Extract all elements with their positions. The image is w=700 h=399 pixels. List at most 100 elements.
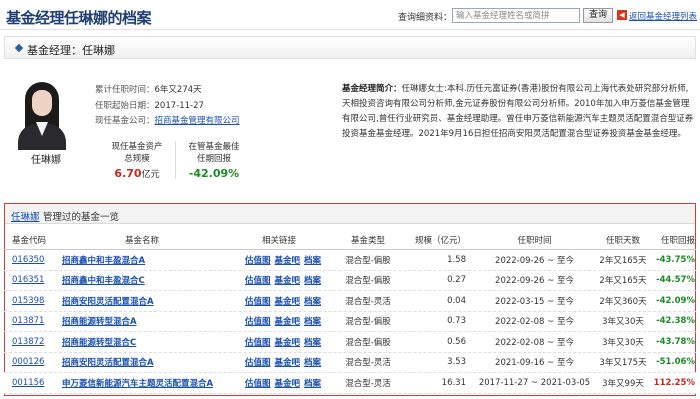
- company-row: 现任基金公司：招商基金管理有限公司: [95, 116, 240, 126]
- fund-forum-link[interactable]: 基金吧: [275, 295, 301, 307]
- fund-profile-link[interactable]: 档案: [304, 336, 321, 348]
- tenure-period: 2022-09-26 ~ 至今: [495, 276, 574, 287]
- valuation-chart-link[interactable]: 估值图: [245, 295, 271, 307]
- fund-profile-link[interactable]: 档案: [304, 315, 321, 327]
- section-title: 基金经理：任琳娜: [27, 44, 115, 57]
- fund-name-link[interactable]: 招商能源转型混合A: [62, 315, 137, 327]
- manager-name: 任琳娜: [31, 155, 61, 166]
- fund-forum-link[interactable]: 基金吧: [275, 315, 301, 327]
- tenure-return: 112.25%: [653, 377, 695, 388]
- fund-list-title: 管理过的基金一览: [43, 212, 120, 223]
- fund-type: 混合型-偏股: [345, 255, 391, 266]
- tenure-period: 2022-03-15 ~ 至今: [495, 296, 574, 307]
- fund-forum-link[interactable]: 基金吧: [275, 356, 301, 368]
- best-return-value: -42.09%: [188, 167, 240, 180]
- fund-profile-link[interactable]: 档案: [304, 377, 321, 389]
- fund-list-header: 任琳娜 管理过的基金一览: [5, 204, 695, 224]
- tenure-period: 2022-02-08 ~ 至今: [495, 337, 574, 348]
- col-header-type: 基金类型: [350, 235, 385, 246]
- fund-type: 混合型-灵活: [345, 358, 391, 369]
- fund-profile-link[interactable]: 档案: [304, 254, 321, 266]
- back-arrow-icon[interactable]: ◀: [617, 10, 627, 20]
- tenure-return: -42.09%: [656, 295, 695, 306]
- fund-name-link[interactable]: 申万菱信新能源汽车主题灵活配置混合A: [62, 377, 213, 389]
- best-return-stat: 在管基金最佳 任期回报 -42.09%: [181, 141, 247, 180]
- tenure-days: 3年又175天: [599, 358, 647, 369]
- tenure-period: 2022-09-26 ~ 至今: [495, 255, 574, 266]
- fund-table: 基金代码 基金名称 相关链接 基金类型 规模（亿元） 任职时间 任职天数 任职回…: [4, 230, 696, 394]
- tenure-days: 3年又30天: [602, 317, 644, 328]
- fund-profile-link[interactable]: 档案: [304, 295, 321, 307]
- search-button[interactable]: 查询: [583, 8, 613, 23]
- fund-name-link[interactable]: 招商安阳灵活配置混合A: [62, 295, 154, 307]
- valuation-chart-link[interactable]: 估值图: [245, 274, 271, 286]
- fund-forum-link[interactable]: 基金吧: [275, 274, 301, 286]
- col-header-links: 相关链接: [262, 235, 297, 246]
- col-header-period: 任职时间: [517, 235, 552, 246]
- manager-section-header: 基金经理：任琳娜: [4, 36, 696, 59]
- fund-scale: 0.73: [447, 316, 466, 327]
- fund-type: 混合型-偏股: [345, 317, 391, 328]
- fund-code-link[interactable]: 015398: [12, 296, 44, 306]
- fund-forum-link[interactable]: 基金吧: [275, 336, 301, 348]
- company-link[interactable]: 招商基金管理有限公司: [155, 116, 240, 126]
- fund-scale: 0.56: [447, 336, 466, 347]
- manager-name-link[interactable]: 任琳娜: [11, 209, 40, 223]
- fund-code-link[interactable]: 013871: [12, 316, 44, 326]
- fund-scale: 3.53: [447, 357, 466, 368]
- table-row: 015398 招商安阳灵活配置混合A 估值图 基金吧 档案 混合型-灵活 0.04 2022-…: [4, 291, 696, 312]
- valuation-chart-link[interactable]: 估值图: [245, 356, 271, 368]
- valuation-chart-link[interactable]: 估值图: [245, 377, 271, 389]
- table-row: 000126 招商安阳灵活配置混合A 估值图 基金吧 档案 混合型-灵活 3.53 2021-…: [4, 353, 696, 373]
- fund-profile-link[interactable]: 档案: [304, 356, 321, 368]
- fund-code-link[interactable]: 000126: [12, 357, 44, 367]
- tenure-period: 2022-02-08 ~ 至今: [495, 317, 574, 328]
- col-header-name: 基金名称: [124, 235, 159, 246]
- fund-code-link[interactable]: 016351: [12, 275, 44, 285]
- tenure-days: 2年又165天: [599, 255, 647, 266]
- fund-type: 混合型-偏股: [345, 337, 391, 348]
- manager-photo: [16, 82, 68, 150]
- fund-code-link[interactable]: 013872: [12, 337, 44, 347]
- fund-code-link[interactable]: 001156: [12, 378, 44, 388]
- search-input[interactable]: [452, 8, 580, 23]
- back-to-list-link[interactable]: 返回基金经理列表: [629, 10, 697, 22]
- fund-scale: 0.04: [447, 295, 466, 306]
- fund-code-link[interactable]: 016350: [12, 255, 44, 265]
- tenure-return: -51.06%: [656, 357, 695, 368]
- col-header-return: 任职回报: [660, 235, 695, 246]
- start-date-row: 任职起始日期：2017-11-27: [95, 101, 204, 111]
- tenure-days: 2年又165天: [599, 276, 647, 287]
- valuation-chart-link[interactable]: 估值图: [245, 315, 271, 327]
- fund-type: 混合型-灵活: [345, 296, 391, 307]
- tenure-period: 2017-11-27 ~ 2021-03-05: [478, 377, 591, 388]
- query-label: 查询细资料：: [398, 13, 453, 23]
- table-row: 013871 招商能源转型混合A 估值图 基金吧 档案 混合型-偏股 0.73 2022-02…: [4, 312, 696, 332]
- valuation-chart-link[interactable]: 估值图: [245, 336, 271, 348]
- tenure-period: 2021-09-16 ~ 至今: [495, 358, 574, 369]
- fund-scale: 1.58: [447, 254, 466, 265]
- valuation-chart-link[interactable]: 估值图: [245, 254, 271, 266]
- fund-profile-link[interactable]: 档案: [304, 274, 321, 286]
- fund-type: 混合型-偏股: [345, 276, 391, 287]
- tenure-days: 2年又360天: [599, 296, 647, 307]
- aum-stat: 现任基金资产 总规模 6.70亿元: [111, 142, 163, 180]
- fund-forum-link[interactable]: 基金吧: [275, 254, 301, 266]
- tenure-days: 3年又30天: [602, 337, 644, 348]
- top-bar: 基金经理任琳娜的档案 查询细资料： 查询 ◀ 返回基金经理列表: [0, 0, 700, 30]
- diamond-icon: [14, 43, 24, 53]
- manager-bio: 基金经理简介：任琳娜女士:本科.历任元富证券(香港)股份有限公司上海代表处研究部…: [342, 84, 694, 139]
- col-header-scale: 规模（亿元）: [414, 235, 466, 246]
- fund-scale: 0.27: [447, 275, 466, 286]
- table-row: 001156 申万菱信新能源汽车主题灵活配置混合A 估值图 基金吧 档案 混合型-灵活 16…: [4, 373, 696, 394]
- fund-name-link[interactable]: 招商安阳灵活配置混合A: [62, 356, 154, 368]
- fund-forum-link[interactable]: 基金吧: [275, 377, 301, 389]
- fund-name-link[interactable]: 招商鑫中和丰盈混合C: [62, 274, 145, 286]
- table-header-row: 基金代码 基金名称 相关链接 基金类型 规模（亿元） 任职时间 任职天数 任职回…: [4, 230, 696, 250]
- tenure-return: -42.38%: [656, 316, 695, 327]
- tenure-return: -43.75%: [656, 254, 695, 265]
- fund-name-link[interactable]: 招商鑫中和丰盈混合A: [62, 254, 145, 266]
- fund-name-link[interactable]: 招商能源转型混合C: [62, 336, 136, 348]
- tenure-row: 累计任职时间：6年又274天: [95, 85, 202, 95]
- page-title: 基金经理任琳娜的档案: [6, 9, 152, 27]
